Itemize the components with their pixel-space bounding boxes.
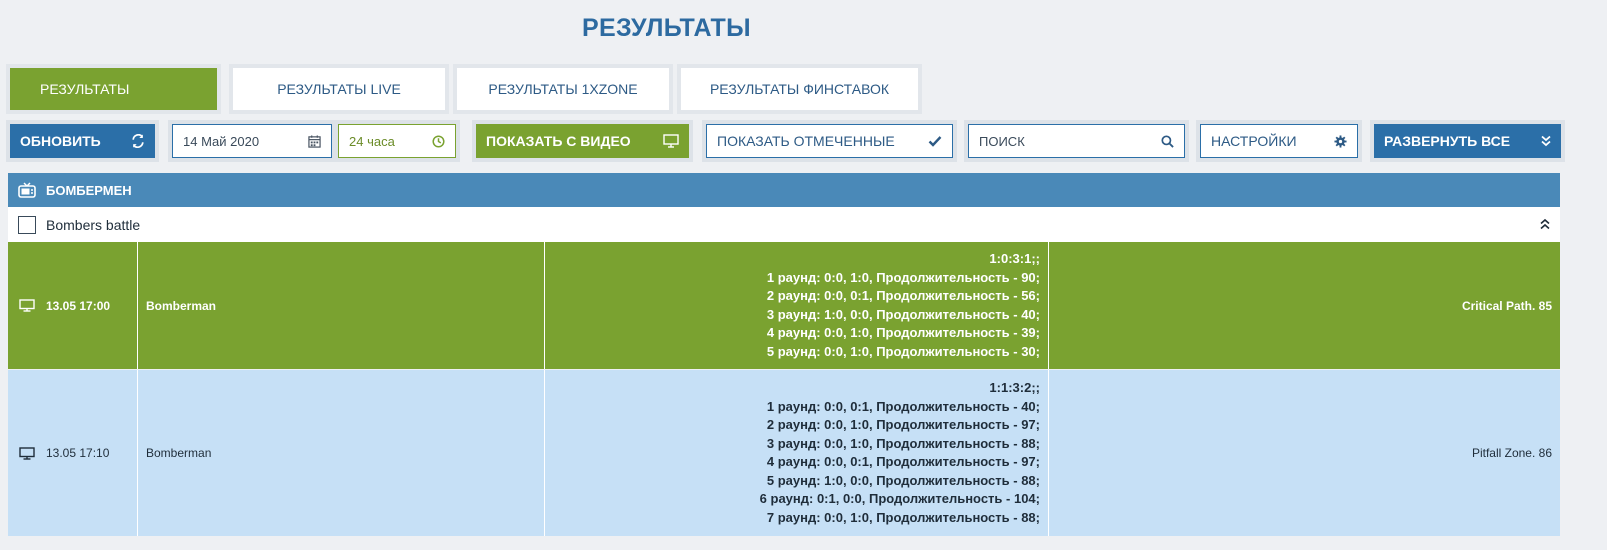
score-line: 7 раунд: 0:0, 1:0, Продолжительность - 8… (766, 509, 1040, 525)
period-select-wrap: 24 часа (334, 120, 460, 162)
settings-label: НАСТРОЙКИ (1211, 133, 1297, 149)
monitor-icon (19, 299, 35, 312)
show-marked-label: ПОКАЗАТЬ ОТМЕЧЕННЫЕ (717, 133, 895, 149)
table-row[interactable]: 13.05 17:10 Bomberman 1:1:3:2;; 1 раунд:… (8, 370, 1560, 536)
match-winner-cell: Critical Path. 85 (1049, 242, 1560, 369)
show-marked-button-wrap: ПОКАЗАТЬ ОТМЕЧЕННЫЕ (702, 120, 957, 162)
match-name-cell: Bomberman (138, 242, 545, 369)
match-time: 13.05 17:00 (46, 298, 111, 313)
period-value: 24 часа (349, 133, 395, 149)
score-line: 3 раунд: 0:0, 1:0, Продолжительность - 8… (766, 435, 1040, 451)
refresh-label: ОБНОВИТЬ (20, 133, 101, 149)
score-line: 2 раунд: 0:0, 1:0, Продолжительность - 9… (766, 417, 1040, 432)
gear-icon (1334, 134, 1347, 148)
tab-results[interactable]: РЕЗУЛЬТАТЫ (6, 64, 221, 114)
search-icon[interactable] (1161, 134, 1174, 148)
page-title: РЕЗУЛЬТАТЫ (582, 14, 751, 42)
score-line: 3 раунд: 1:0, 0:0, Продолжительность - 4… (766, 306, 1040, 322)
match-time: 13.05 17:10 (46, 446, 110, 460)
search-placeholder: ПОИСК (979, 133, 1025, 149)
league-row[interactable]: Bombers battle (8, 207, 1560, 242)
tab-results-1xzone-label: РЕЗУЛЬТАТЫ 1XZONE (457, 68, 669, 110)
period-select[interactable]: 24 часа (338, 124, 456, 158)
checkmark-icon (928, 136, 942, 147)
score-line: 1:1:3:2;; (989, 380, 1040, 395)
double-chevron-up-icon[interactable] (1540, 218, 1550, 230)
show-video-button[interactable]: ПОКАЗАТЬ С ВИДЕО (476, 124, 689, 158)
score-line: 6 раунд: 0:1, 0:0, Продолжительность - 1… (759, 491, 1040, 506)
match-name: Bomberman (146, 446, 212, 460)
expand-all-label: РАЗВЕРНУТЬ ВСЕ (1384, 133, 1511, 149)
date-picker[interactable]: 14 Май 2020 (172, 124, 332, 158)
match-score-cell: 1:1:3:2;; 1 раунд: 0:0, 0:1, Продолжител… (545, 370, 1049, 536)
sport-header[interactable]: БОМБЕРМЕН (8, 173, 1560, 207)
tab-results-finstavok[interactable]: РЕЗУЛЬТАТЫ ФИНСТАВОК (677, 64, 922, 114)
tab-results-finstavok-label: РЕЗУЛЬТАТЫ ФИНСТАВОК (681, 68, 918, 110)
score-line: 5 раунд: 0:0, 1:0, Продолжительность - 3… (766, 343, 1040, 359)
refresh-button-wrap: ОБНОВИТЬ (6, 120, 159, 162)
double-chevron-down-icon (1541, 135, 1551, 147)
tab-results-live[interactable]: РЕЗУЛЬТАТЫ LIVE (229, 64, 449, 114)
search-wrap: ПОИСК (964, 120, 1189, 162)
league-name: Bombers battle (46, 216, 141, 233)
match-name: Bomberman (146, 298, 217, 313)
monitor-icon (19, 446, 35, 460)
tab-results-label: РЕЗУЛЬТАТЫ (10, 68, 217, 110)
date-value: 14 Май 2020 (183, 133, 260, 149)
refresh-icon (132, 134, 144, 148)
show-video-button-wrap: ПОКАЗАТЬ С ВИДЕО (472, 120, 693, 162)
match-winner: Critical Path. 85 (1461, 298, 1552, 313)
sport-name: БОМБЕРМЕН (46, 182, 132, 198)
calendar-icon (308, 134, 321, 148)
settings-button[interactable]: НАСТРОЙКИ (1200, 124, 1358, 158)
tv-icon (18, 182, 36, 198)
table-row[interactable]: 13.05 17:00 Bomberman 1:0:3:1;; 1 раунд:… (8, 242, 1560, 369)
score-line: 1 раунд: 0:0, 1:0, Продолжительность - 9… (766, 269, 1040, 285)
tab-results-1xzone[interactable]: РЕЗУЛЬТАТЫ 1XZONE (453, 64, 673, 114)
settings-button-wrap: НАСТРОЙКИ (1196, 120, 1362, 162)
score-line: 1 раунд: 0:0, 0:1, Продолжительность - 4… (766, 398, 1040, 414)
match-time-cell: 13.05 17:00 (8, 242, 138, 369)
score-line: 5 раунд: 1:0, 0:0, Продолжительность - 8… (766, 472, 1040, 488)
search-input[interactable]: ПОИСК (968, 124, 1185, 158)
match-winner-cell: Pitfall Zone. 86 (1049, 370, 1560, 536)
tab-results-live-label: РЕЗУЛЬТАТЫ LIVE (233, 68, 445, 110)
show-marked-button[interactable]: ПОКАЗАТЬ ОТМЕЧЕННЫЕ (706, 124, 953, 158)
match-name-cell: Bomberman (138, 370, 545, 536)
score-line: 2 раунд: 0:0, 0:1, Продолжительность - 5… (766, 288, 1040, 303)
expand-all-button-wrap: РАЗВЕРНУТЬ ВСЕ (1370, 120, 1565, 162)
score-line: 4 раунд: 0:0, 0:1, Продолжительность - 9… (766, 454, 1040, 469)
match-time-cell: 13.05 17:10 (8, 370, 138, 536)
match-winner: Pitfall Zone. 86 (1471, 446, 1552, 460)
league-checkbox[interactable] (18, 215, 36, 234)
clock-icon (432, 134, 445, 148)
show-video-label: ПОКАЗАТЬ С ВИДЕО (486, 133, 631, 149)
score-line: 4 раунд: 0:0, 1:0, Продолжительность - 3… (766, 325, 1040, 340)
refresh-button[interactable]: ОБНОВИТЬ (10, 124, 155, 158)
expand-all-button[interactable]: РАЗВЕРНУТЬ ВСЕ (1374, 124, 1561, 158)
match-score-cell: 1:0:3:1;; 1 раунд: 0:0, 1:0, Продолжител… (545, 242, 1049, 369)
date-picker-wrap: 14 Май 2020 (168, 120, 336, 162)
monitor-icon (663, 134, 679, 148)
score-line: 1:0:3:1;; (989, 251, 1040, 266)
